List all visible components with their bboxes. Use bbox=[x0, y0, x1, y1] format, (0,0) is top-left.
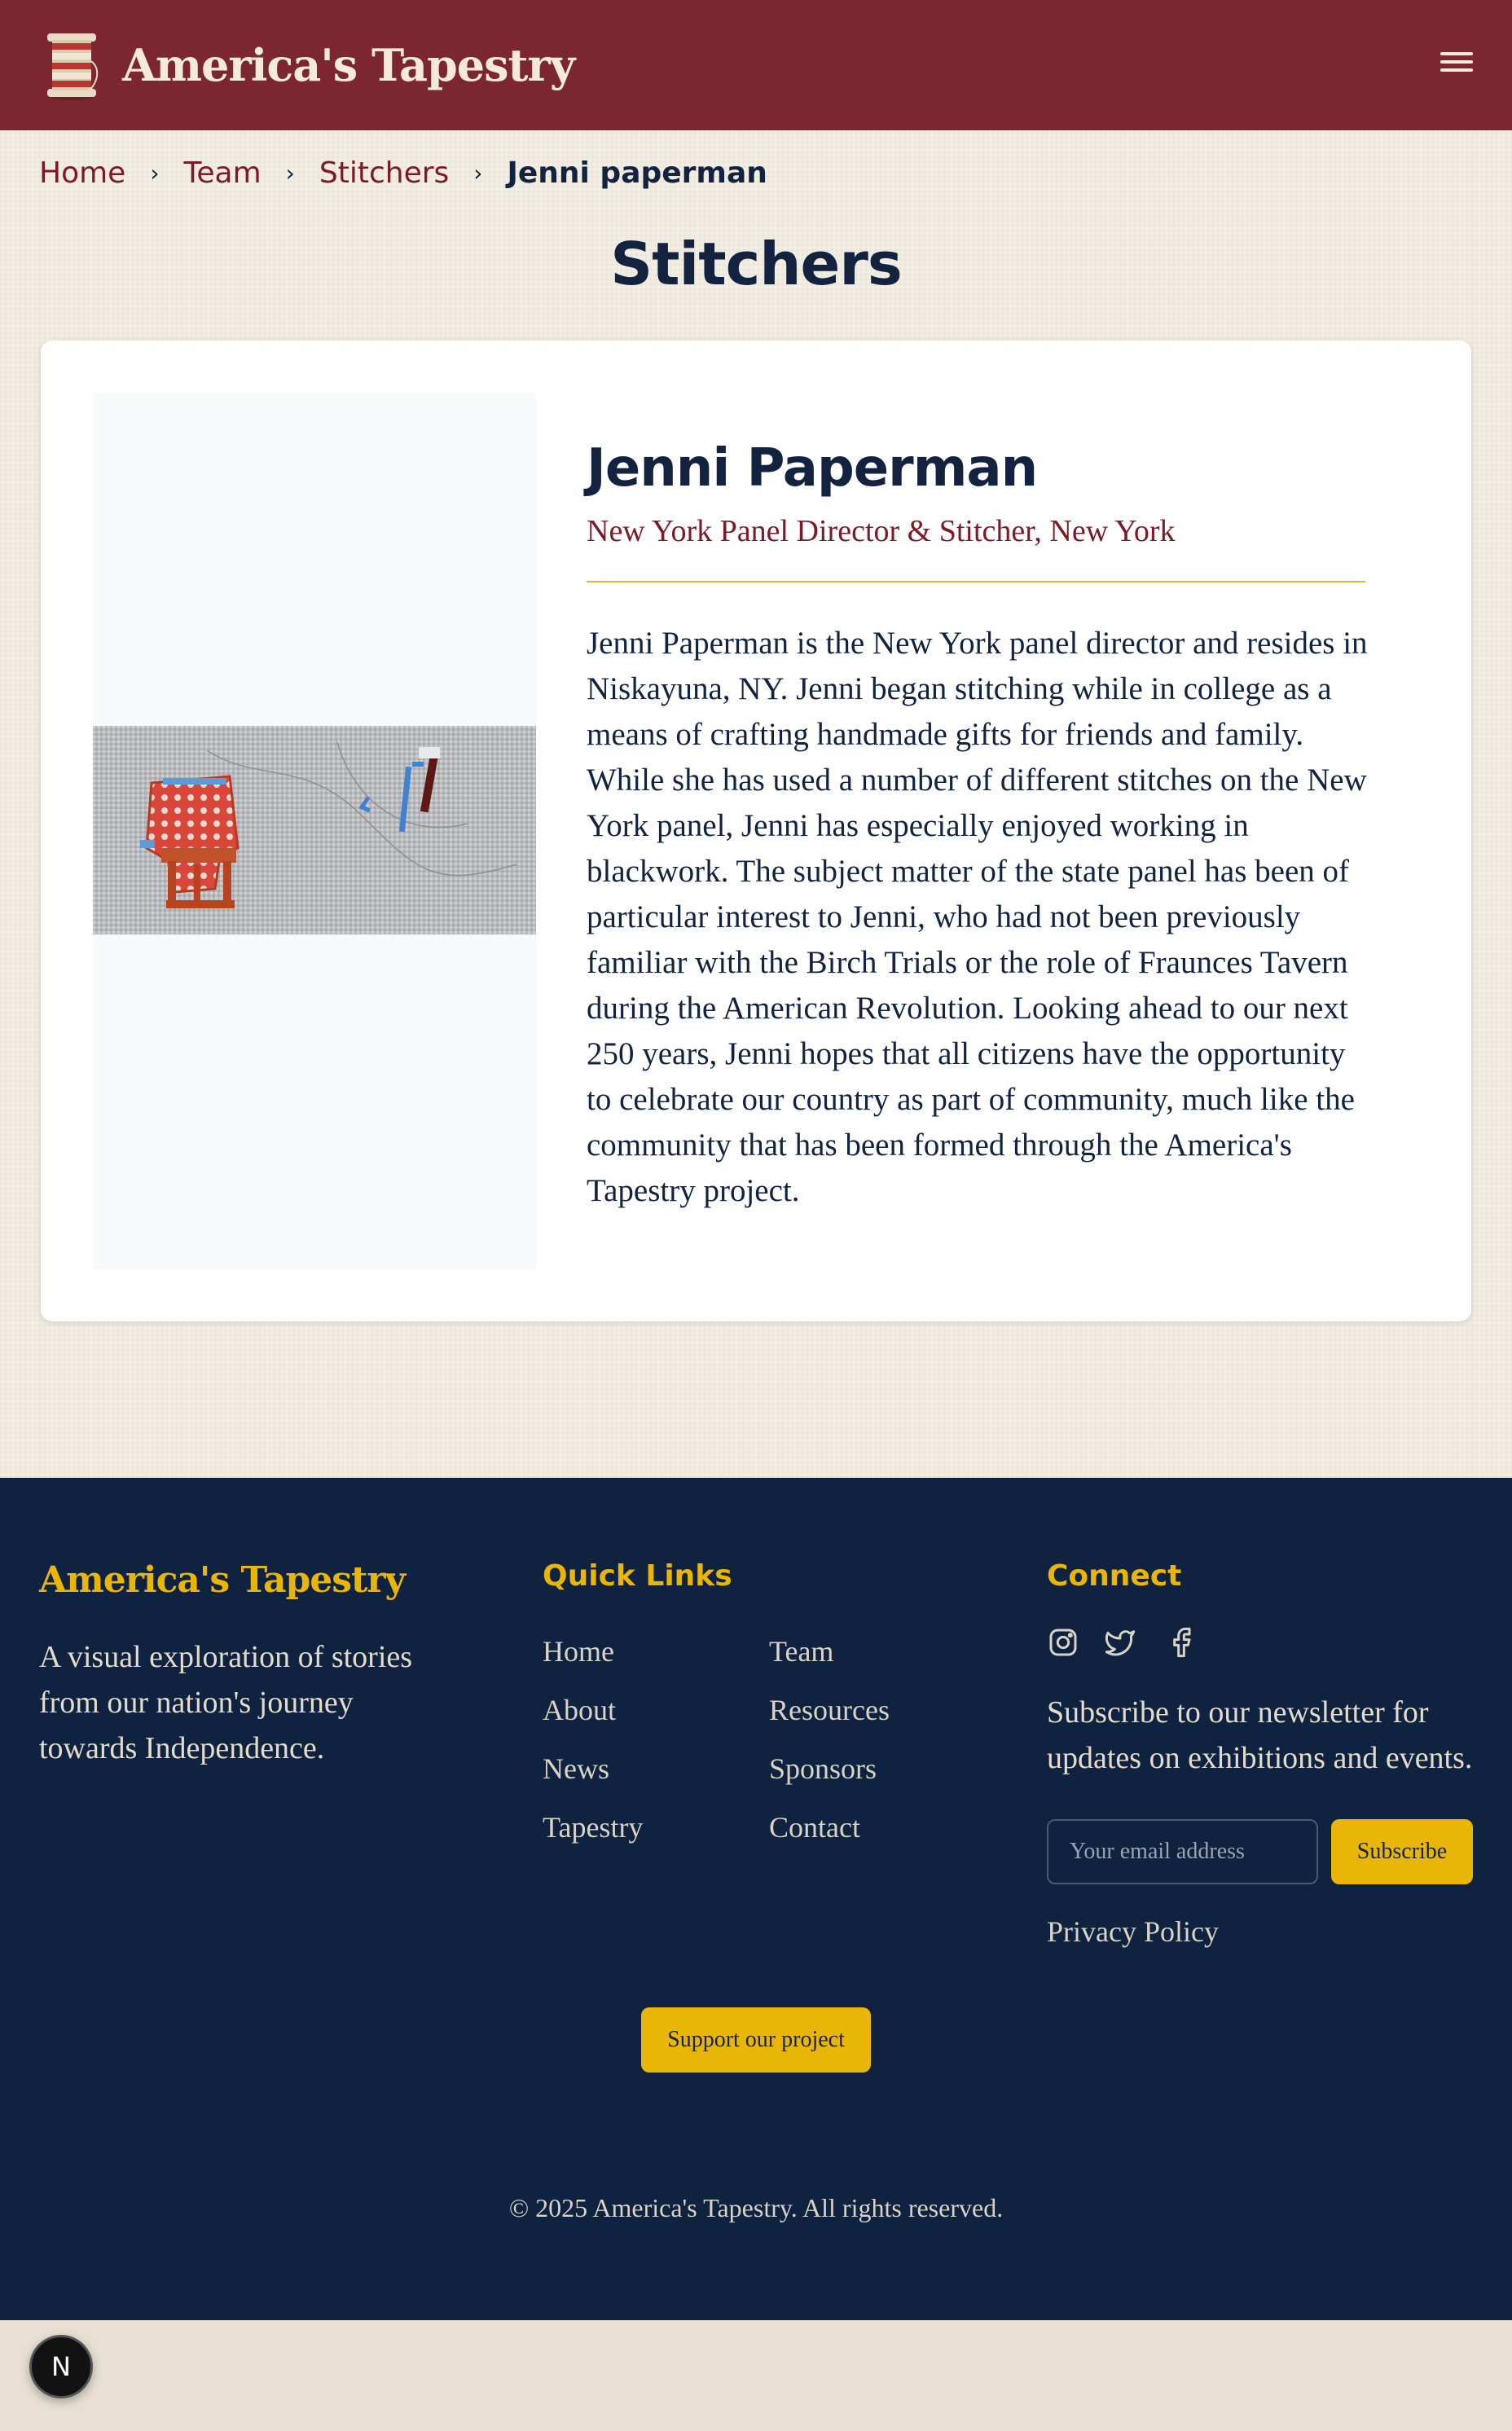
footer-link-home[interactable]: Home bbox=[543, 1634, 614, 1668]
footer-link-news[interactable]: News bbox=[543, 1752, 609, 1786]
profile-card: Jenni Paperman New York Panel Director &… bbox=[41, 341, 1471, 1321]
footer-link-contact[interactable]: Contact bbox=[769, 1810, 860, 1844]
connect-heading: Connect bbox=[1047, 1559, 1182, 1593]
footer-link-resources[interactable]: Resources bbox=[769, 1693, 890, 1727]
twitter-icon[interactable] bbox=[1104, 1626, 1136, 1659]
quick-links-heading: Quick Links bbox=[543, 1559, 732, 1593]
chevron-right-icon: › bbox=[473, 159, 483, 187]
footer-link-sponsors[interactable]: Sponsors bbox=[769, 1752, 877, 1786]
thread-spool-icon[interactable] bbox=[39, 29, 104, 102]
person-bio: Jenni Paperman is the New York panel dir… bbox=[587, 626, 1368, 1208]
person-name: Jenni Paperman bbox=[587, 438, 1038, 499]
subscribe-button[interactable]: Subscribe bbox=[1331, 1819, 1473, 1884]
chevron-right-icon: › bbox=[150, 159, 160, 187]
hamburger-menu-icon[interactable] bbox=[1440, 47, 1473, 80]
footer-brand: America's Tapestry bbox=[39, 1559, 406, 1601]
chevron-right-icon: › bbox=[285, 159, 295, 187]
footer-link-team[interactable]: Team bbox=[769, 1634, 833, 1668]
breadcrumb-home[interactable]: Home bbox=[39, 156, 125, 190]
footer-tagline: A visual exploration of stories from our… bbox=[39, 1640, 413, 1765]
breadcrumb-team[interactable]: Team bbox=[184, 156, 262, 190]
support-project-button[interactable]: Support our project bbox=[641, 2007, 871, 2073]
photo-panel bbox=[93, 393, 536, 1269]
newsletter-text: Subscribe to our newsletter for updates … bbox=[1047, 1695, 1473, 1775]
profile-photo bbox=[93, 726, 536, 934]
email-input[interactable] bbox=[1047, 1819, 1318, 1884]
person-role: New York Panel Director & Stitcher, New … bbox=[587, 514, 1176, 548]
page-title: Stitchers bbox=[610, 230, 903, 298]
copyright: © 2025 America's Tapestry. All rights re… bbox=[508, 2193, 1004, 2222]
facebook-icon[interactable] bbox=[1165, 1626, 1198, 1659]
footer-link-tapestry[interactable]: Tapestry bbox=[543, 1810, 643, 1844]
breadcrumb-stitchers[interactable]: Stitchers bbox=[319, 156, 449, 190]
breadcrumb-current: Jenni paperman bbox=[507, 156, 767, 190]
breadcrumb: Home › Team › Stitchers › Jenni paperman bbox=[39, 152, 767, 194]
dev-tools-badge[interactable]: N bbox=[29, 2335, 93, 2398]
gold-divider bbox=[587, 581, 1365, 582]
instagram-icon[interactable] bbox=[1047, 1626, 1079, 1659]
privacy-policy-link[interactable]: Privacy Policy bbox=[1047, 1914, 1219, 1949]
footer-link-about[interactable]: About bbox=[543, 1693, 616, 1727]
site-brand[interactable]: America's Tapestry bbox=[122, 39, 575, 91]
bottom-strip bbox=[0, 2320, 1512, 2431]
site-header: America's Tapestry bbox=[0, 0, 1512, 130]
site-footer: America's Tapestry A visual exploration … bbox=[0, 1478, 1512, 2320]
